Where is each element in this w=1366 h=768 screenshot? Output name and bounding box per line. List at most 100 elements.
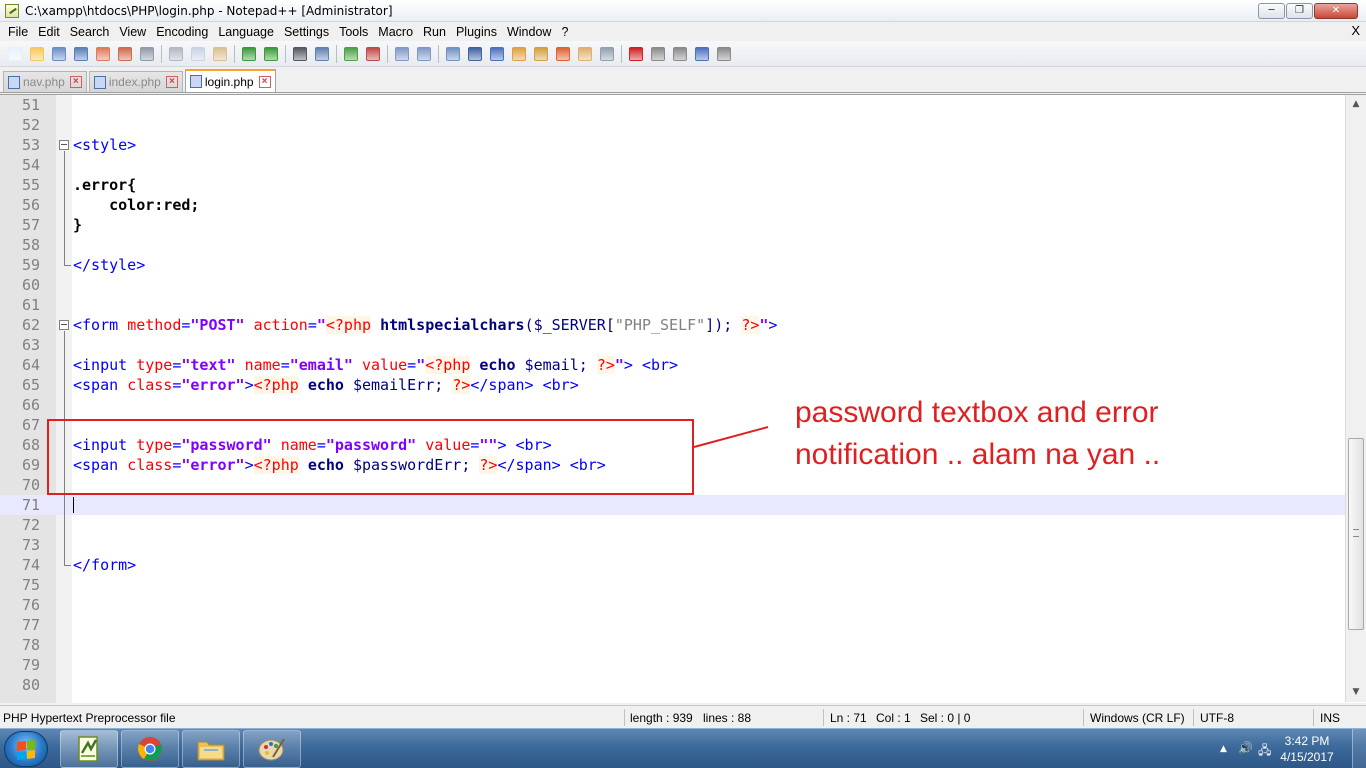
code-line[interactable]: 77 — [0, 615, 1345, 635]
cut-button[interactable] — [167, 45, 185, 63]
code-line[interactable]: 79 — [0, 655, 1345, 675]
menu-tools[interactable]: Tools — [335, 25, 374, 39]
code-line[interactable]: 74 </form> — [0, 555, 1345, 575]
tab-close-icon[interactable]: × — [258, 75, 271, 88]
code-line[interactable]: 58 — [0, 235, 1345, 255]
menu-file[interactable]: File — [4, 25, 34, 39]
code-line[interactable]: 55 .error{ — [0, 175, 1345, 195]
close-window-button[interactable]: ✕ — [1314, 3, 1358, 19]
menu-language[interactable]: Language — [214, 25, 280, 39]
sync-vertical-button[interactable] — [393, 45, 411, 63]
vertical-scrollbar[interactable]: ▲ ▼ — [1345, 95, 1366, 702]
code-line[interactable]: 64 <input type="text" name="email" value=… — [0, 355, 1345, 375]
notepadpp-app-icon[interactable] — [5, 3, 19, 18]
menu-macro[interactable]: Macro — [374, 25, 419, 39]
code-line[interactable]: 80 — [0, 675, 1345, 695]
explorer-taskbar-button[interactable] — [182, 730, 240, 768]
status-eol[interactable]: Windows (CR LF) — [1090, 711, 1185, 725]
status-encoding[interactable]: UTF-8 — [1200, 711, 1234, 725]
fold-toggle-icon[interactable] — [59, 320, 69, 330]
fold-toggle-icon[interactable] — [59, 140, 69, 150]
show-desktop-button[interactable] — [1352, 729, 1366, 768]
save-button[interactable] — [50, 45, 68, 63]
close-document-button[interactable]: X — [1351, 23, 1360, 38]
tab-login-php[interactable]: login.php × — [184, 69, 276, 92]
code-line[interactable]: 78 — [0, 635, 1345, 655]
redo-button[interactable] — [262, 45, 280, 63]
code-line[interactable]: 75 — [0, 575, 1345, 595]
scroll-up-arrow-icon[interactable]: ▲ — [1350, 98, 1362, 110]
code-line[interactable]: 62 <form method="POST" action="<?php html… — [0, 315, 1345, 335]
code-line[interactable]: 60 — [0, 275, 1345, 295]
close-file-button[interactable] — [94, 45, 112, 63]
open-file-button[interactable] — [28, 45, 46, 63]
tab-close-icon[interactable]: × — [69, 76, 82, 88]
tab-nav-php[interactable]: nav.php × — [3, 71, 87, 92]
undo-button[interactable] — [240, 45, 258, 63]
code-line[interactable]: 72 — [0, 515, 1345, 535]
scroll-down-arrow-icon[interactable]: ▼ — [1350, 686, 1362, 698]
function-list-button[interactable] — [554, 45, 572, 63]
play-macro-button[interactable] — [671, 45, 689, 63]
close-all-button[interactable] — [116, 45, 134, 63]
code-line[interactable]: 63 — [0, 335, 1345, 355]
code-line[interactable]: 76 — [0, 595, 1345, 615]
start-button[interactable] — [4, 731, 48, 767]
minimize-button[interactable]: ─ — [1258, 3, 1285, 19]
code-line[interactable]: 51 — [0, 95, 1345, 115]
show-all-chars-button[interactable] — [466, 45, 484, 63]
zoom-in-button[interactable] — [342, 45, 360, 63]
code-line[interactable]: 59 </style> — [0, 255, 1345, 275]
tab-close-icon[interactable]: × — [165, 76, 178, 88]
code-line[interactable]: 56 color:red; — [0, 195, 1345, 215]
show-hidden-icons-icon[interactable]: ▲ — [1220, 744, 1227, 754]
code-line[interactable]: 71 — [0, 495, 1345, 515]
paint-taskbar-button[interactable] — [243, 730, 301, 768]
menu-encoding[interactable]: Encoding — [152, 25, 214, 39]
zoom-out-button[interactable] — [364, 45, 382, 63]
udl-button[interactable] — [510, 45, 528, 63]
stop-macro-button[interactable] — [649, 45, 667, 63]
folder-workspace-button[interactable] — [576, 45, 594, 63]
copy-button[interactable] — [189, 45, 207, 63]
notepadpp-taskbar-button[interactable] — [60, 730, 118, 768]
menu-settings[interactable]: Settings — [280, 25, 335, 39]
replace-button[interactable] — [313, 45, 331, 63]
indent-guide-button[interactable] — [488, 45, 506, 63]
maximize-button[interactable]: ❐ — [1286, 3, 1313, 19]
line-number: 59 — [21, 256, 40, 274]
find-button[interactable] — [291, 45, 309, 63]
code-line[interactable]: 52 — [0, 115, 1345, 135]
doc-map-button[interactable] — [532, 45, 550, 63]
code-line[interactable]: 73 — [0, 535, 1345, 555]
volume-icon[interactable]: 🔊 — [1238, 741, 1253, 755]
status-insert-mode[interactable]: INS — [1320, 711, 1340, 725]
word-wrap-button[interactable] — [444, 45, 462, 63]
clock-time[interactable]: 3:42 PM — [1272, 734, 1342, 748]
run-macro-multiple-button[interactable] — [693, 45, 711, 63]
menu-search[interactable]: Search — [66, 25, 116, 39]
code-line[interactable]: 54 — [0, 155, 1345, 175]
menu-window[interactable]: Window — [503, 25, 557, 39]
menu-help[interactable]: ? — [557, 25, 574, 39]
sync-horizontal-button[interactable] — [415, 45, 433, 63]
paste-button[interactable] — [211, 45, 229, 63]
save-all-button[interactable] — [72, 45, 90, 63]
code-line[interactable]: 53 <style> — [0, 135, 1345, 155]
chrome-taskbar-button[interactable] — [121, 730, 179, 768]
scrollbar-thumb[interactable] — [1348, 438, 1364, 630]
menu-plugins[interactable]: Plugins — [452, 25, 503, 39]
menu-view[interactable]: View — [115, 25, 152, 39]
save-macro-button[interactable] — [715, 45, 733, 63]
monitoring-button[interactable] — [598, 45, 616, 63]
code-line[interactable]: 61 — [0, 295, 1345, 315]
tab-index-php[interactable]: index.php × — [88, 71, 183, 92]
clock-date[interactable]: 4/15/2017 — [1272, 750, 1342, 764]
new-file-button[interactable] — [6, 45, 24, 63]
code-line[interactable]: 57} — [0, 215, 1345, 235]
print-button[interactable] — [138, 45, 156, 63]
menu-edit[interactable]: Edit — [34, 25, 66, 39]
network-icon[interactable]: 🖧 — [1258, 741, 1271, 762]
record-macro-button[interactable] — [627, 45, 645, 63]
menu-run[interactable]: Run — [419, 25, 452, 39]
